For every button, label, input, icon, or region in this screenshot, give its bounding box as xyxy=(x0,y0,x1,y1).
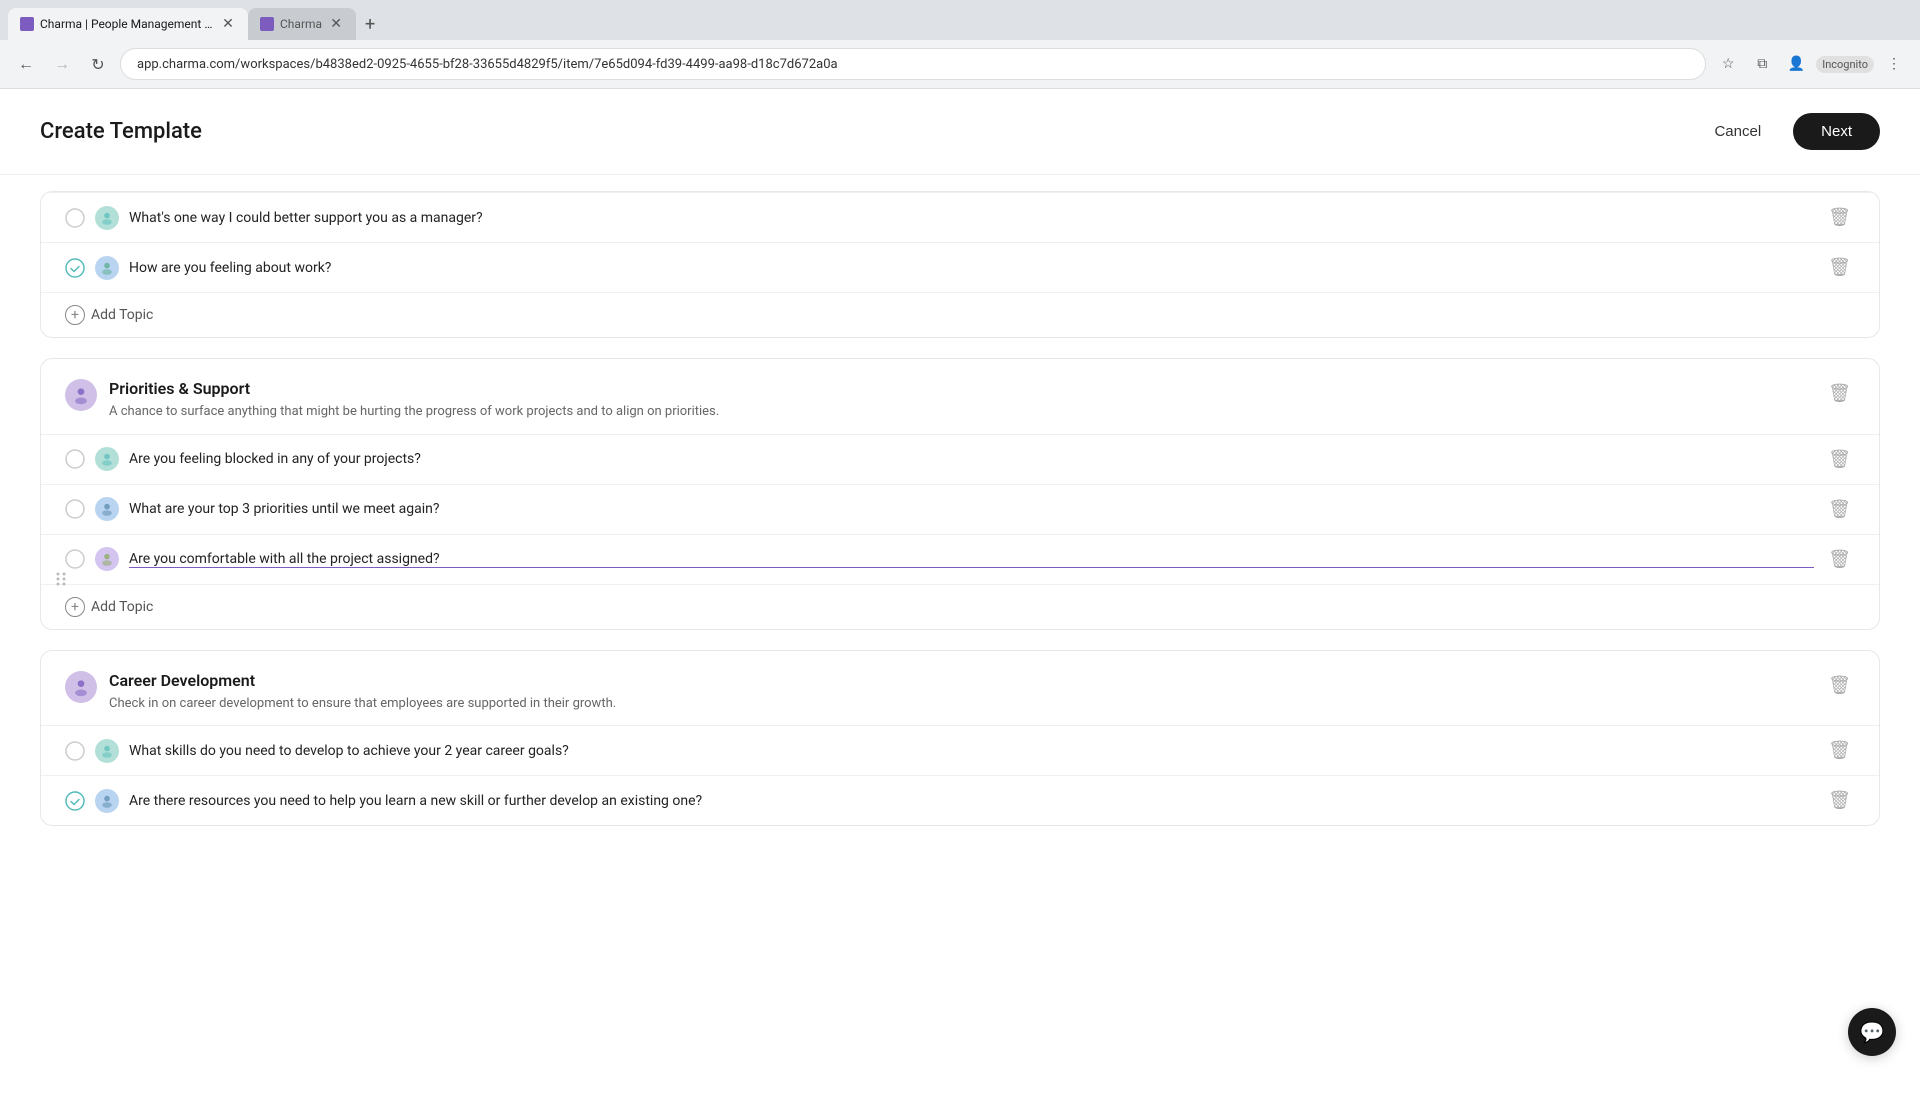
partial-section-card: What's one way I could better support yo… xyxy=(40,191,1880,338)
question-row: Are you comfortable with all the project… xyxy=(41,534,1879,584)
check-circle-icon xyxy=(65,741,85,761)
question-row: Are there resources you need to help you… xyxy=(41,775,1879,825)
header-actions: Cancel Next xyxy=(1698,113,1880,150)
page-title: Create Template xyxy=(40,119,202,144)
bookmark-icon[interactable]: ☆ xyxy=(1714,50,1742,78)
section-avatar xyxy=(65,379,97,411)
user-avatar xyxy=(95,447,119,471)
chat-button[interactable]: 💬 xyxy=(1848,1008,1896,1056)
tab-1-favicon xyxy=(20,17,34,31)
priorities-section-card: Priorities & Support A chance to surface… xyxy=(40,358,1880,630)
section-info: Career Development Check in on career de… xyxy=(109,671,616,714)
add-topic-label: Add Topic xyxy=(91,307,153,323)
check-circle-filled-icon xyxy=(65,791,85,811)
question-row: What skills do you need to develop to ac… xyxy=(41,725,1879,775)
extensions-icon[interactable]: ⧉ xyxy=(1748,50,1776,78)
nav-bar: ← → ↻ app.charma.com/workspaces/b4838ed2… xyxy=(0,40,1920,88)
delete-question-icon[interactable]: 🗑 xyxy=(1824,545,1855,574)
add-topic-label: Add Topic xyxy=(91,599,153,615)
user-avatar xyxy=(95,497,119,521)
address-text: app.charma.com/workspaces/b4838ed2-0925-… xyxy=(137,57,838,72)
section-info: Priorities & Support A chance to surface… xyxy=(109,379,719,422)
delete-question-icon[interactable]: 🗑 xyxy=(1824,445,1855,474)
question-text-editing[interactable]: Are you comfortable with all the project… xyxy=(129,551,1814,568)
question-text: What are your top 3 priorities until we … xyxy=(129,501,1814,517)
cancel-button[interactable]: Cancel xyxy=(1698,115,1777,148)
tab-1-title: Charma | People Management S... xyxy=(40,17,214,31)
add-topic-plus-icon: + xyxy=(65,305,85,325)
user-avatar xyxy=(95,206,119,230)
delete-question-icon[interactable]: 🗑 xyxy=(1824,203,1855,232)
section-avatar xyxy=(65,671,97,703)
delete-section-icon[interactable]: 🗑 xyxy=(1824,671,1855,700)
browser-chrome: Charma | People Management S... ✕ Charma… xyxy=(0,0,1920,89)
main-content: What's one way I could better support yo… xyxy=(0,175,1920,1095)
section-description: Check in on career development to ensure… xyxy=(109,694,616,714)
check-circle-icon xyxy=(65,549,85,569)
question-row: What's one way I could better support yo… xyxy=(41,192,1879,242)
user-avatar xyxy=(95,547,119,571)
delete-question-icon[interactable]: 🗑 xyxy=(1824,786,1855,815)
add-topic-button[interactable]: + Add Topic xyxy=(41,292,1879,337)
drag-handle[interactable] xyxy=(52,570,70,593)
new-tab-button[interactable]: + xyxy=(356,10,384,38)
add-topic-plus-icon: + xyxy=(65,597,85,617)
section-header: Career Development Check in on career de… xyxy=(41,651,1879,726)
question-text: What skills do you need to develop to ac… xyxy=(129,743,1814,759)
tab-2[interactable]: Charma ✕ xyxy=(248,8,356,40)
profile-icon[interactable]: 👤 xyxy=(1782,50,1810,78)
tab-2-favicon xyxy=(260,17,274,31)
check-circle-icon xyxy=(65,499,85,519)
check-circle-filled-icon xyxy=(65,258,85,278)
delete-question-icon[interactable]: 🗑 xyxy=(1824,736,1855,765)
back-button[interactable]: ← xyxy=(12,50,40,78)
user-avatar xyxy=(95,256,119,280)
section-description: A chance to surface anything that might … xyxy=(109,402,719,422)
tab-bar: Charma | People Management S... ✕ Charma… xyxy=(0,0,1920,40)
add-topic-button[interactable]: + Add Topic xyxy=(41,584,1879,629)
tab-1-close[interactable]: ✕ xyxy=(220,16,236,32)
chat-icon: 💬 xyxy=(1860,1020,1885,1044)
next-button[interactable]: Next xyxy=(1793,113,1880,150)
question-row: Are you feeling blocked in any of your p… xyxy=(41,434,1879,484)
question-text: Are you feeling blocked in any of your p… xyxy=(129,451,1814,467)
question-row: How are you feeling about work? 🗑 xyxy=(41,242,1879,292)
delete-question-icon[interactable]: 🗑 xyxy=(1824,495,1855,524)
user-avatar xyxy=(95,789,119,813)
section-header: Priorities & Support A chance to surface… xyxy=(41,359,1879,434)
tab-2-close[interactable]: ✕ xyxy=(328,16,344,32)
career-section-card: Career Development Check in on career de… xyxy=(40,650,1880,827)
question-row: What are your top 3 priorities until we … xyxy=(41,484,1879,534)
forward-button[interactable]: → xyxy=(48,50,76,78)
question-text: How are you feeling about work? xyxy=(129,260,1814,276)
question-text: What's one way I could better support yo… xyxy=(129,210,1814,226)
tab-1[interactable]: Charma | People Management S... ✕ xyxy=(8,8,248,40)
check-circle-icon xyxy=(65,449,85,469)
reload-button[interactable]: ↻ xyxy=(84,50,112,78)
menu-icon[interactable]: ⋮ xyxy=(1880,50,1908,78)
delete-question-icon[interactable]: 🗑 xyxy=(1824,253,1855,282)
check-circle-icon xyxy=(65,208,85,228)
tab-2-title: Charma xyxy=(280,17,322,31)
question-text: Are there resources you need to help you… xyxy=(129,793,1814,809)
user-avatar xyxy=(95,739,119,763)
app-header: Create Template Cancel Next xyxy=(0,89,1920,175)
delete-section-icon[interactable]: 🗑 xyxy=(1824,379,1855,408)
nav-icons: ☆ ⧉ 👤 Incognito ⋮ xyxy=(1714,50,1908,78)
section-title: Priorities & Support xyxy=(109,379,719,398)
incognito-badge: Incognito xyxy=(1816,56,1874,73)
section-title: Career Development xyxy=(109,671,616,690)
address-bar[interactable]: app.charma.com/workspaces/b4838ed2-0925-… xyxy=(120,48,1706,80)
